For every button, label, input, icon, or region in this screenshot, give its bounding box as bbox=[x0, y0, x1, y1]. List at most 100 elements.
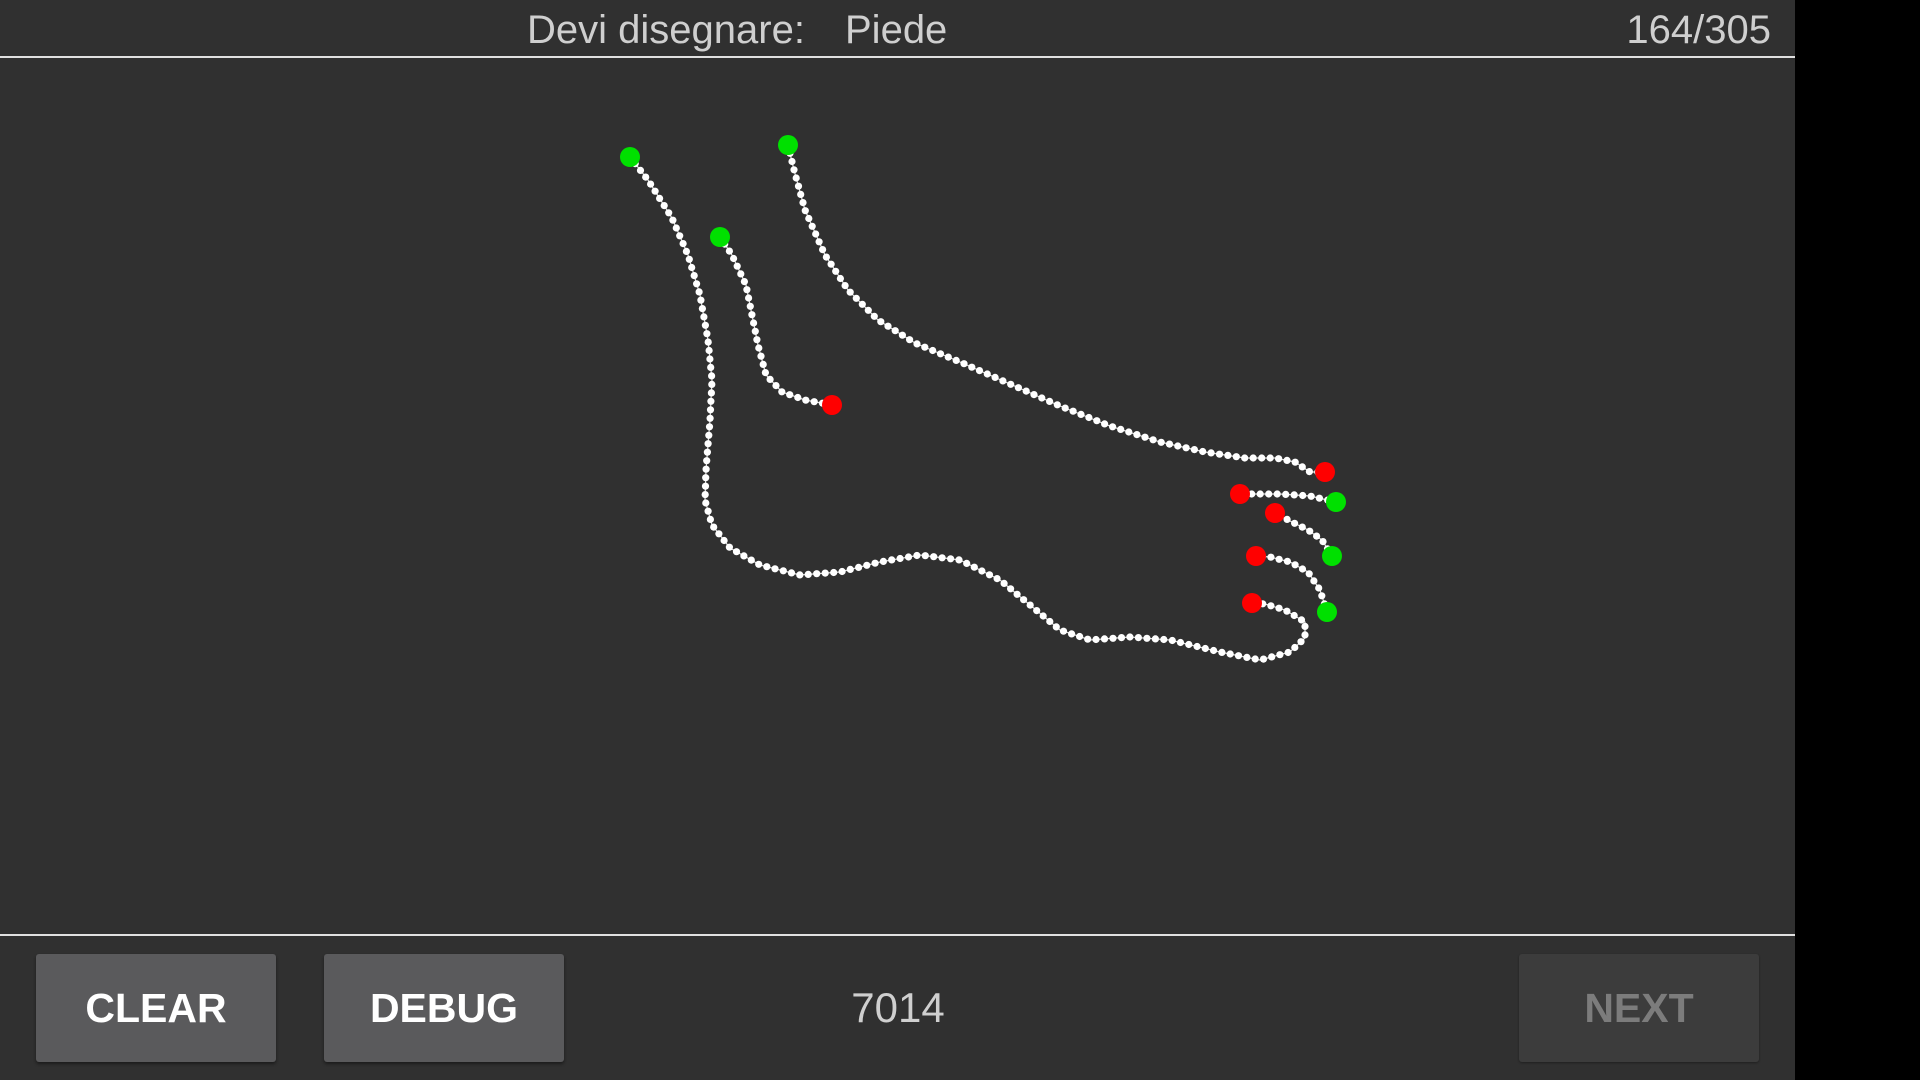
stroke-point bbox=[700, 313, 708, 321]
stroke-point bbox=[707, 363, 715, 371]
stroke-point bbox=[761, 369, 770, 377]
stroke-point bbox=[790, 166, 798, 174]
stroke-point bbox=[792, 174, 800, 182]
stroke-point bbox=[1226, 650, 1234, 658]
next-button[interactable]: NEXT bbox=[1519, 954, 1759, 1062]
stroke-point bbox=[1315, 494, 1323, 502]
stroke-point bbox=[707, 389, 716, 397]
stroke-point bbox=[1068, 630, 1076, 638]
stroke-point bbox=[1052, 623, 1060, 631]
stroke-point bbox=[766, 375, 774, 383]
stroke-point bbox=[870, 312, 878, 320]
stroke-point bbox=[1256, 490, 1264, 498]
stroke-point bbox=[1301, 622, 1309, 631]
stroke-point bbox=[1291, 643, 1299, 652]
stroke-point bbox=[838, 567, 846, 576]
stroke-point bbox=[1061, 404, 1069, 412]
stroke-point bbox=[1319, 538, 1327, 546]
clear-button[interactable]: CLEAR bbox=[36, 954, 276, 1062]
stroke-point bbox=[808, 222, 816, 230]
stroke-point bbox=[846, 288, 854, 296]
stroke-point bbox=[1224, 451, 1232, 459]
stroke-point bbox=[697, 296, 705, 304]
stroke-point bbox=[1117, 634, 1126, 642]
stroke-point bbox=[751, 327, 759, 335]
stroke-point bbox=[1030, 391, 1038, 399]
stroke-point bbox=[804, 570, 812, 579]
stroke-point bbox=[802, 396, 810, 404]
stroke-point bbox=[743, 286, 751, 294]
stroke-point bbox=[1275, 455, 1283, 463]
stroke-end-marker bbox=[1230, 484, 1250, 504]
stroke-point bbox=[812, 230, 820, 238]
stroke-point bbox=[701, 321, 710, 329]
stroke-start-marker bbox=[620, 147, 640, 167]
stroke-point bbox=[1190, 446, 1198, 454]
stroke-point bbox=[1013, 590, 1021, 598]
stroke-point bbox=[1174, 442, 1182, 450]
stroke-point bbox=[740, 278, 749, 286]
stroke-point bbox=[841, 282, 849, 290]
debug-button[interactable]: DEBUG bbox=[324, 954, 564, 1062]
stroke-point bbox=[1168, 636, 1176, 645]
stroke-point bbox=[1297, 616, 1306, 624]
stroke-point bbox=[647, 180, 655, 188]
stroke-point bbox=[710, 523, 718, 531]
stroke-point bbox=[796, 571, 804, 579]
stroke-point bbox=[1283, 557, 1291, 565]
stroke-point bbox=[763, 563, 771, 571]
stroke-point bbox=[1305, 570, 1313, 578]
stroke-point bbox=[1249, 454, 1257, 462]
progress-counter: 164/305 bbox=[1626, 8, 1771, 52]
stroke-point bbox=[1315, 584, 1323, 592]
stroke-point bbox=[936, 350, 945, 358]
stroke-point bbox=[1268, 653, 1276, 661]
stroke-point bbox=[705, 423, 714, 431]
stroke-point bbox=[799, 199, 807, 207]
stroke-point bbox=[733, 262, 741, 270]
stroke-point bbox=[794, 182, 803, 190]
stroke-point bbox=[703, 330, 711, 338]
stroke-point bbox=[1182, 444, 1190, 452]
stroke-point bbox=[787, 569, 796, 577]
stroke-point bbox=[1199, 447, 1207, 456]
stroke-point bbox=[913, 340, 921, 348]
stroke-point bbox=[1291, 561, 1299, 569]
stroke-point bbox=[1297, 638, 1305, 646]
stroke-point bbox=[999, 377, 1007, 385]
stroke-point bbox=[1160, 635, 1168, 644]
stroke-line-2 bbox=[719, 236, 833, 406]
stroke-point bbox=[1125, 428, 1133, 436]
stroke-point bbox=[1283, 607, 1291, 615]
footer-divider bbox=[0, 934, 1795, 936]
stroke-point bbox=[651, 187, 659, 195]
stroke-point bbox=[1039, 612, 1047, 620]
stroke-point bbox=[1022, 387, 1030, 395]
stroke-point bbox=[794, 393, 802, 402]
stroke-point bbox=[759, 360, 767, 368]
drawing-canvas[interactable] bbox=[0, 58, 1795, 934]
prompt-label: Devi disegnare: bbox=[527, 8, 805, 52]
stroke-point bbox=[1273, 490, 1281, 498]
stroke-point bbox=[1241, 454, 1249, 462]
stroke-point bbox=[740, 552, 748, 560]
stroke-point bbox=[968, 363, 976, 371]
stroke-point bbox=[704, 507, 712, 515]
stroke-point bbox=[1267, 602, 1275, 610]
stroke-point bbox=[669, 216, 677, 224]
stroke-point bbox=[1133, 431, 1141, 439]
stroke-point bbox=[750, 319, 758, 327]
stroke-point bbox=[720, 536, 728, 545]
stroke-point bbox=[1046, 397, 1054, 405]
stroke-point bbox=[1149, 436, 1157, 444]
stroke-point bbox=[1007, 380, 1015, 388]
stroke-end-marker bbox=[1265, 503, 1285, 523]
stroke-point bbox=[1201, 644, 1209, 653]
stroke-point bbox=[877, 318, 885, 326]
prompt-word: Piede bbox=[845, 8, 948, 52]
stroke-point bbox=[704, 440, 712, 448]
stroke-point bbox=[1291, 519, 1299, 527]
stroke-point bbox=[1258, 454, 1266, 462]
stroke-point bbox=[642, 173, 650, 181]
stroke-point bbox=[944, 353, 952, 361]
